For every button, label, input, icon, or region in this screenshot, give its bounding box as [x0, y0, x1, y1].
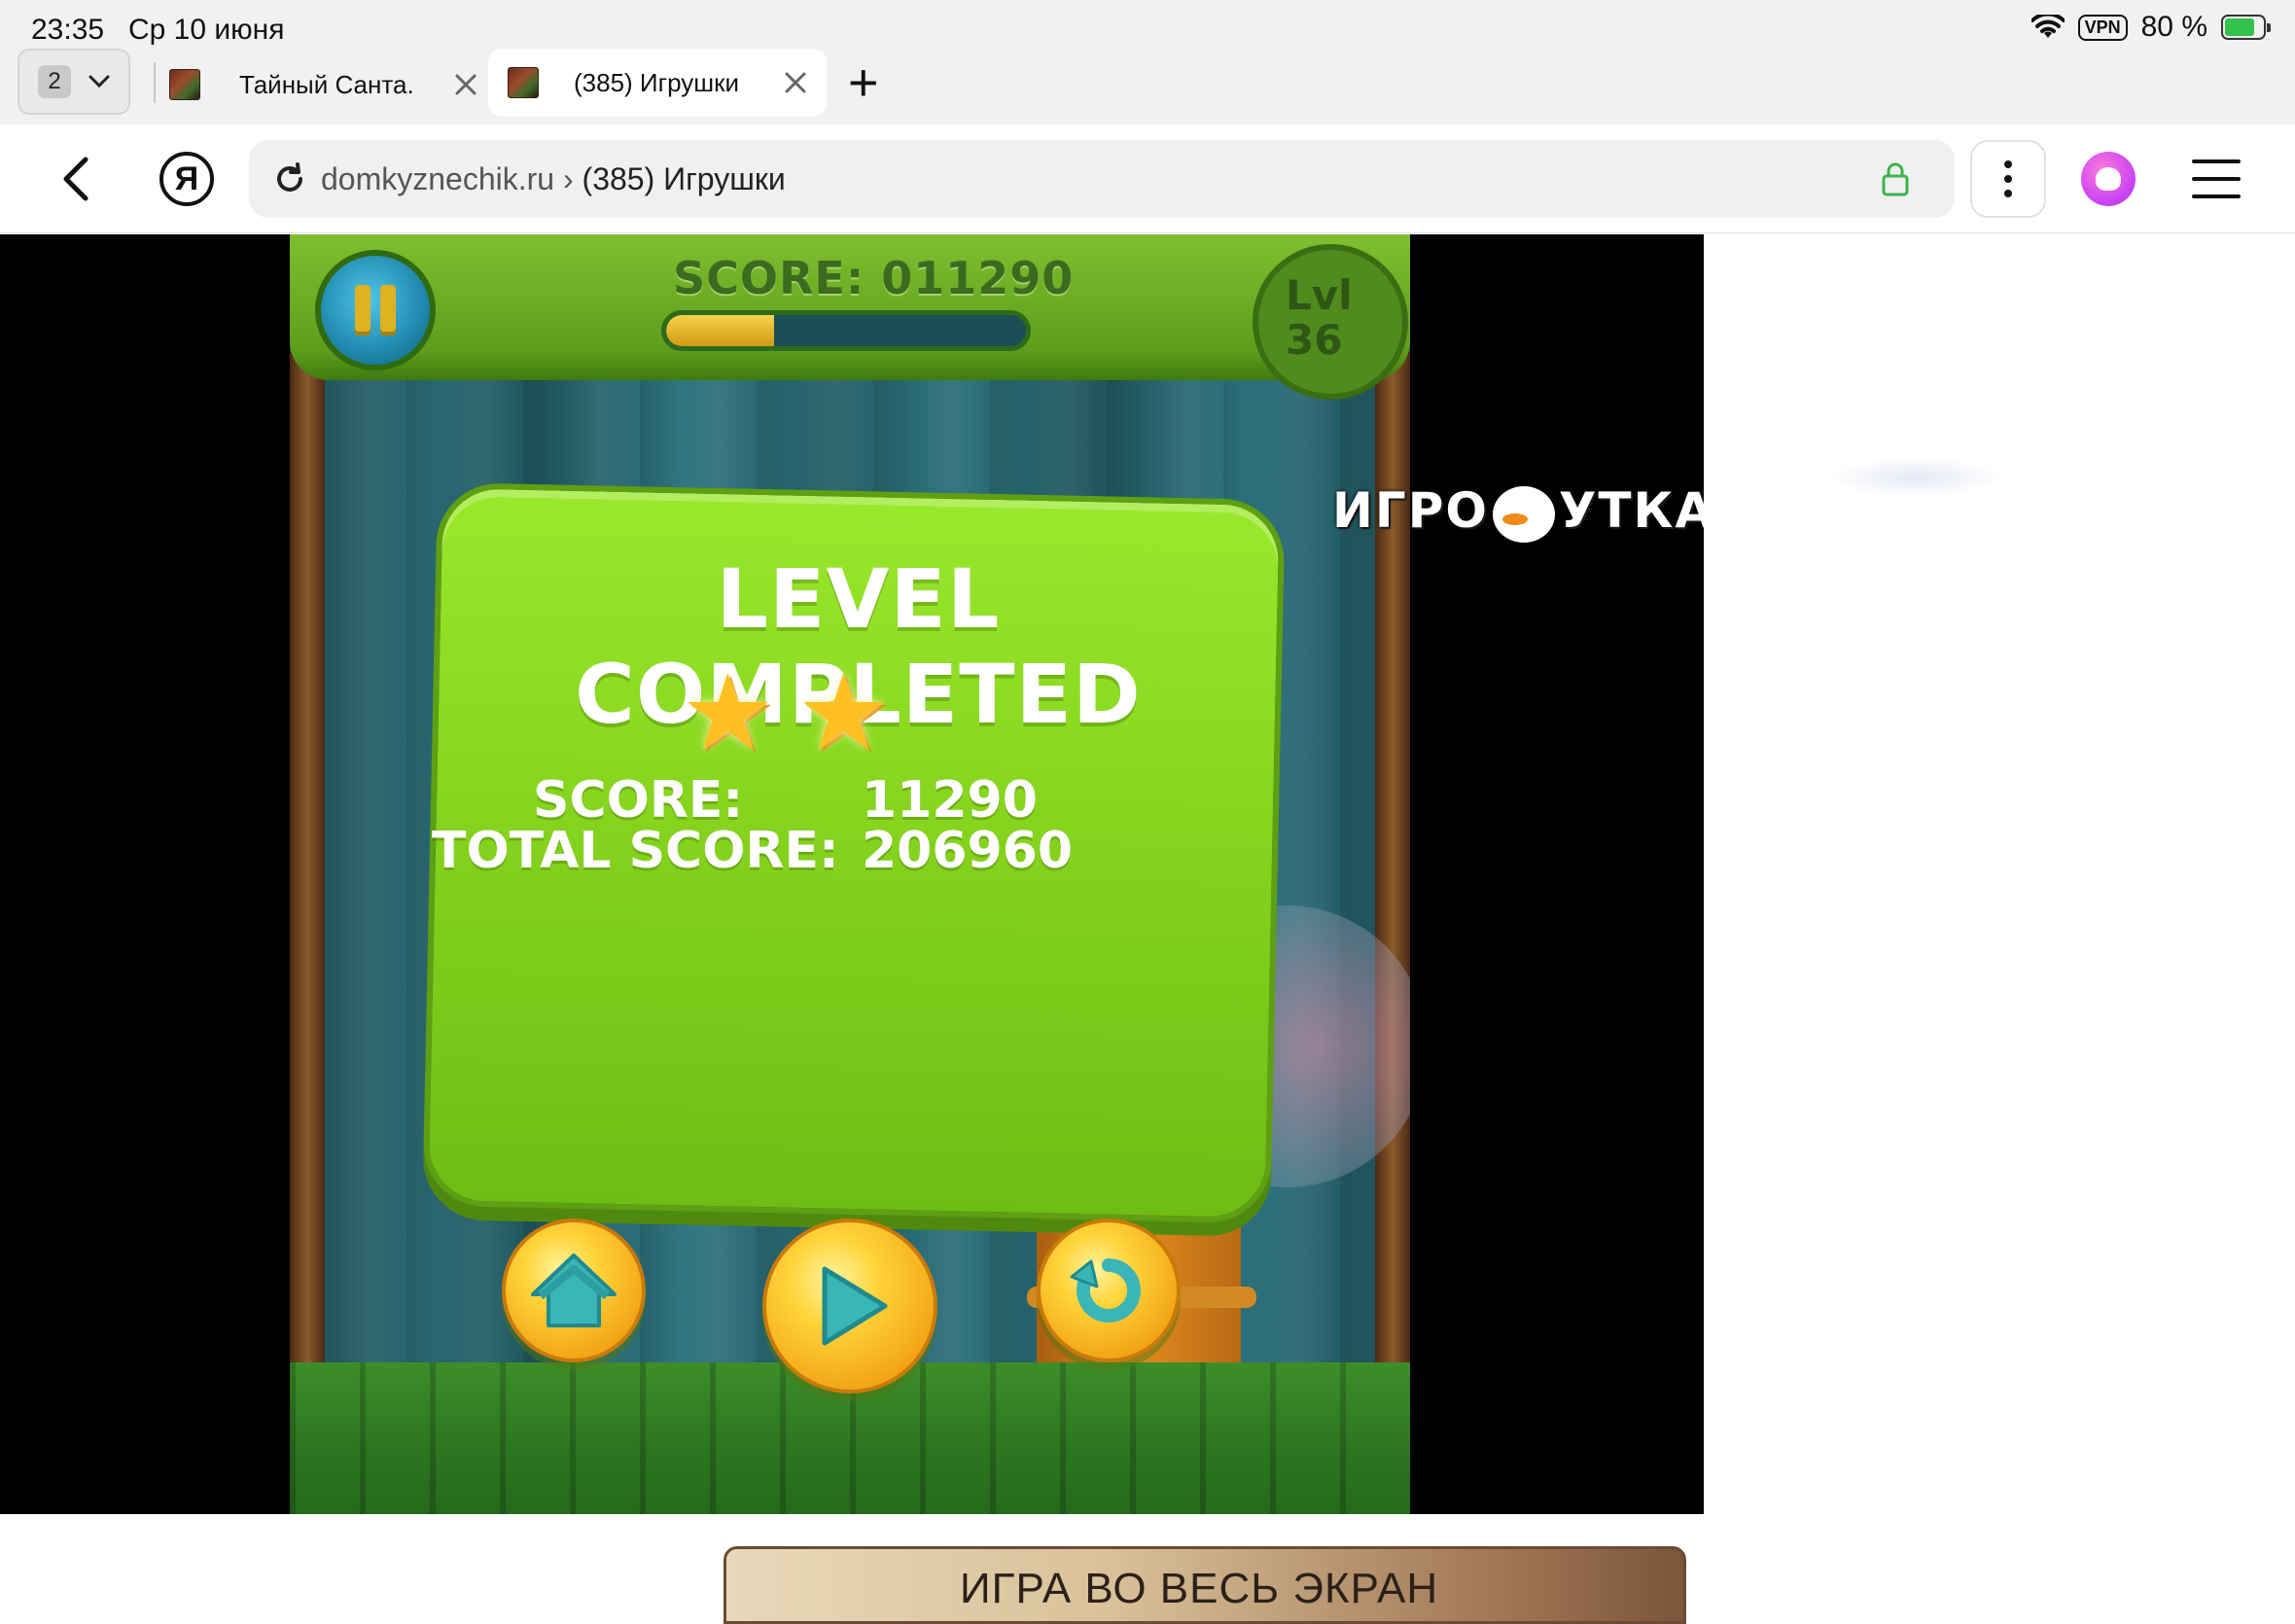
- igroutka-watermark-logo: ИГРО УТКА: [1332, 482, 1704, 543]
- url-page-title: (385) Игрушки: [582, 161, 786, 196]
- tab-title: (385) Игрушки: [574, 67, 740, 97]
- close-icon[interactable]: [784, 71, 807, 94]
- level-number: 36: [1286, 316, 1343, 364]
- star-icon: ★: [795, 653, 891, 771]
- status-time: 23:35: [31, 14, 105, 46]
- status-indicators: VPN 80 %: [2030, 10, 2271, 45]
- battery-fill: [2225, 18, 2255, 36]
- wifi-icon: [2030, 15, 2065, 38]
- restart-icon: [1070, 1258, 1141, 1323]
- more-options-button[interactable]: [1970, 140, 2046, 218]
- tab-title: Тайный Санта.: [239, 69, 414, 99]
- reload-icon[interactable]: [270, 159, 309, 198]
- hud-score: SCORE: 011290: [673, 252, 1074, 304]
- address-bar[interactable]: domkyznechik.ru › (385) Игрушки: [249, 140, 1955, 218]
- url-separator: ›: [562, 161, 574, 196]
- tab-bar: 2 Тайный Санта. (385) Игрушки +: [0, 45, 2295, 124]
- battery-icon: [2221, 15, 2271, 40]
- watermark-right: УТКА: [1558, 482, 1704, 539]
- restart-button[interactable]: [1037, 1218, 1181, 1362]
- new-tab-button[interactable]: +: [848, 56, 879, 109]
- site-favicon-icon: [508, 67, 539, 98]
- page-content: SCORE: 011290 Lvl 36 LEVEL COMPLETED ★ ★ …: [0, 234, 2295, 1624]
- vpn-badge: VPN: [2077, 14, 2128, 41]
- tab-count: 2: [38, 65, 71, 98]
- stars-rating: ★ ★: [681, 660, 891, 765]
- watermark-left: ИГРО: [1332, 482, 1489, 539]
- status-date: Ср 10 июня: [128, 14, 285, 46]
- score-label: SCORE:: [533, 771, 744, 830]
- fullscreen-game-button[interactable]: ИГРА ВО ВЕСЬ ЭКРАН: [724, 1546, 1686, 1624]
- next-level-button[interactable]: [762, 1218, 937, 1394]
- hamburger-menu-icon[interactable]: [2192, 159, 2241, 198]
- pause-button[interactable]: [315, 250, 436, 371]
- score-value: 11290: [862, 771, 1038, 830]
- alice-assistant-icon[interactable]: [2081, 152, 2136, 206]
- tab-divider: [154, 62, 156, 103]
- yandex-logo-button[interactable]: Я: [159, 152, 214, 206]
- url-domain: domkyznechik.ru: [321, 161, 555, 196]
- home-icon: [531, 1253, 617, 1327]
- lock-icon[interactable]: [1881, 161, 1910, 196]
- home-button[interactable]: [502, 1218, 646, 1362]
- level-indicator: Lvl 36: [1286, 273, 1353, 363]
- hud-score-label: SCORE:: [673, 252, 865, 304]
- game-frame[interactable]: SCORE: 011290 Lvl 36 LEVEL COMPLETED ★ ★ …: [0, 234, 1704, 1514]
- battery-percent: 80 %: [2140, 11, 2207, 43]
- hud-score-value: 011290: [881, 252, 1075, 304]
- close-icon[interactable]: [454, 73, 477, 96]
- tab-switcher-button[interactable]: 2: [18, 49, 130, 115]
- navigation-bar: Я domkyznechik.ru › (385) Игрушки: [0, 124, 2295, 233]
- total-score-value: 206960: [862, 822, 1074, 880]
- site-favicon-icon: [169, 69, 200, 100]
- status-bar: 23:35 Ср 10 июня VPN 80 %: [0, 0, 2295, 46]
- star-icon: ★: [681, 653, 775, 771]
- chevron-down-icon: [88, 75, 110, 88]
- tab-toys-active[interactable]: (385) Игрушки: [488, 49, 827, 117]
- url-text[interactable]: domkyznechik.ru › (385) Игрушки: [321, 161, 786, 197]
- total-score-label: TOTAL SCORE:: [432, 822, 839, 880]
- level-progress-bar: [661, 310, 1031, 351]
- level-label: Lvl: [1286, 271, 1353, 319]
- tab-secret-santa[interactable]: Тайный Санта.: [163, 49, 479, 121]
- fullscreen-button-label: ИГРА ВО ВЕСЬ ЭКРАН: [960, 1565, 1439, 1612]
- progress-fill: [666, 315, 774, 346]
- duck-icon: [1492, 485, 1555, 543]
- play-icon: [822, 1266, 888, 1346]
- back-arrow-icon[interactable]: [54, 154, 101, 204]
